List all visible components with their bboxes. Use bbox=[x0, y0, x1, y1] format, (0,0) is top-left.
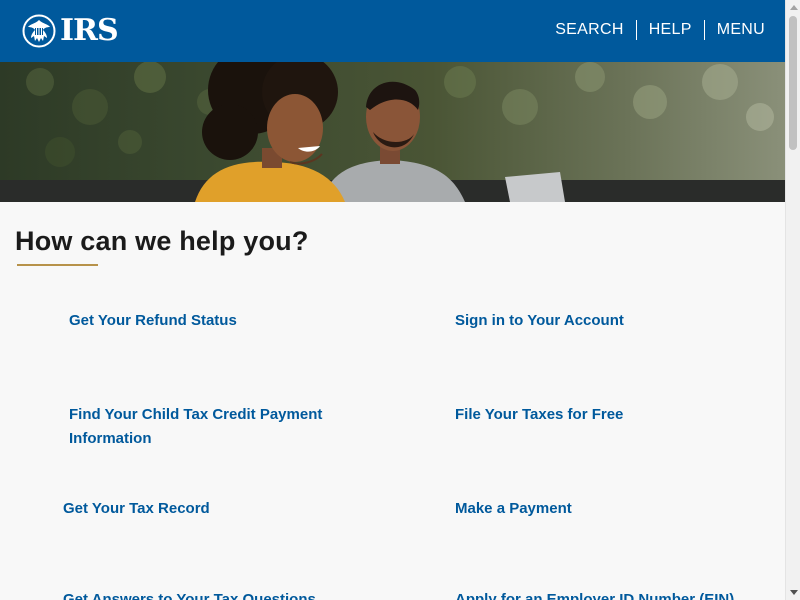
heading-underline bbox=[17, 264, 98, 266]
scrollbar-thumb[interactable] bbox=[789, 16, 797, 150]
vertical-scrollbar[interactable] bbox=[785, 0, 800, 600]
apply-ein-link[interactable]: Apply for an Employer ID Number (EIN) bbox=[455, 588, 734, 600]
tax-record-link[interactable]: Get Your Tax Record bbox=[63, 497, 210, 521]
eagle-seal-icon bbox=[22, 14, 56, 48]
triangle-up-icon[interactable] bbox=[786, 0, 800, 15]
logo-text: IRS bbox=[60, 13, 119, 48]
site-header: IRS SEARCH HELP MENU bbox=[0, 0, 785, 62]
file-taxes-free-link[interactable]: File Your Taxes for Free bbox=[455, 403, 623, 427]
hero-image bbox=[0, 62, 785, 202]
menu-link[interactable]: MENU bbox=[705, 20, 765, 40]
child-tax-credit-link[interactable]: Find Your Child Tax Credit Payment Infor… bbox=[69, 403, 329, 451]
tax-questions-link[interactable]: Get Answers to Your Tax Questions bbox=[63, 588, 316, 600]
page-heading: How can we help you? bbox=[15, 226, 309, 256]
make-payment-link[interactable]: Make a Payment bbox=[455, 497, 572, 521]
sign-in-account-link[interactable]: Sign in to Your Account bbox=[455, 309, 624, 333]
help-link[interactable]: HELP bbox=[637, 20, 704, 40]
triangle-down-icon[interactable] bbox=[786, 585, 800, 600]
header-nav: SEARCH HELP MENU bbox=[543, 20, 765, 40]
search-link[interactable]: SEARCH bbox=[543, 20, 635, 40]
page: IRS SEARCH HELP MENU How can we help you… bbox=[0, 0, 785, 600]
irs-logo-link[interactable]: IRS bbox=[22, 13, 119, 48]
refund-status-link[interactable]: Get Your Refund Status bbox=[69, 309, 237, 333]
